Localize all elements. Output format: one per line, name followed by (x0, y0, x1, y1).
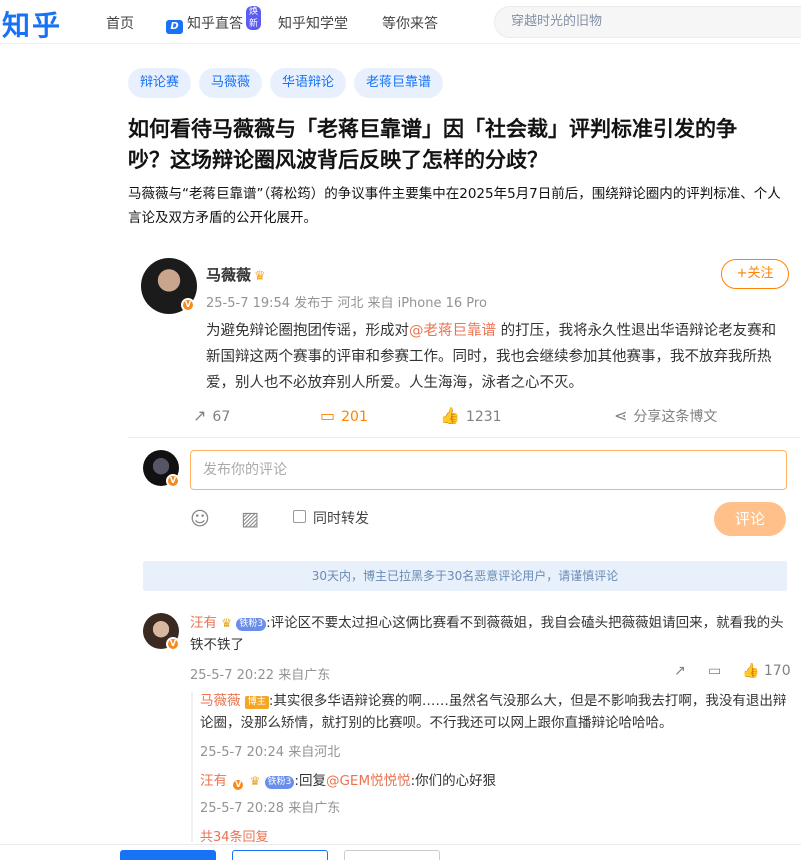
nav-zhida[interactable]: D 知乎直答 焕新 (166, 6, 262, 34)
author-name[interactable]: 马薇薇 ♛ (206, 264, 266, 285)
mention-link[interactable]: @GEM悦悦悦 (326, 773, 411, 789)
comment-meta: 25-5-7 20:22 来自广东 (190, 668, 331, 683)
comment-reply-icon[interactable]: ▭ (708, 663, 721, 679)
mention-link[interactable]: @老蒋巨靠谱 (409, 323, 496, 339)
fan-badge: 铁粉3 (264, 776, 295, 789)
reply-user-name[interactable]: 汪有 (200, 773, 227, 789)
comment-like-count: 170 (763, 663, 791, 679)
nav-home[interactable]: 首页 (106, 13, 134, 33)
topic-tag[interactable]: 华语辩论 (270, 68, 347, 98)
new-badge: 焕新 (246, 6, 262, 30)
nav-waiting-answers[interactable]: 等你来答 (382, 13, 438, 33)
comment-button[interactable]: ▭ 201 (320, 406, 368, 425)
reply-body: :其实很多华语辩论赛的啊……虽然名气没那么大，但是不影响我去打啊，我没有退出辩论… (200, 693, 787, 731)
search-input[interactable]: 穿越时光的旧物 (494, 6, 801, 38)
reply-suffix: :你们的心好狠 (410, 773, 497, 789)
reply-text: 马薇薇 博主:其实很多华语辩论赛的啊……虽然名气没那么大，但是不影响我去打啊，我… (200, 690, 788, 734)
post-text: 为避免辩论圈抱团传谣，形成对@老蒋巨靠谱 的打压，我将永久性退出华语辩论老友赛和… (206, 318, 786, 396)
thumbs-up-icon: 👍 (742, 663, 764, 679)
post-meta: 25-5-7 19:54 发布于 河北 来自 iPhone 16 Pro (206, 296, 487, 311)
reply-meta: 25-5-7 20:28 来自广东 (200, 801, 341, 816)
top-navigation-bar: 知乎 首页 D 知乎直答 焕新 知乎知学堂 等你来答 穿越时光的旧物 (0, 0, 801, 44)
question-description: 马薇薇与“老蒋巨靠谱”（蒋松筠）的争议事件主要集中在2025年5月7日前后，围绕… (128, 186, 781, 226)
reply-text: 汪有 V ♛ 铁粉3:回复@GEM悦悦悦:你们的心好狠 (200, 770, 788, 792)
bottom-secondary-button[interactable] (232, 850, 328, 860)
more-replies-link[interactable]: 共34条回复 (200, 826, 269, 845)
share-label: 分享这条博文 (633, 409, 718, 425)
repost-count: 67 (212, 409, 231, 425)
like-button[interactable]: 👍 1231 (440, 406, 502, 425)
fan-badge: 铁粉3 (236, 618, 267, 631)
topic-tag[interactable]: 马薇薇 (199, 68, 263, 98)
nav-zhixuetang[interactable]: 知乎知学堂 (278, 13, 348, 33)
follow-button[interactable]: +关注 (721, 259, 789, 289)
blogger-badge: 博主 (244, 696, 269, 709)
comment-text: 汪有 ♛ 铁粉3:评论区不要太过担心这俩比赛看不到薇薇姐，我自会磕头把薇薇姐请回… (190, 612, 788, 656)
divider (128, 437, 800, 438)
comment-icon: ▭ (320, 406, 336, 425)
share-icon: ⋖ (614, 406, 628, 425)
like-count: 1231 (465, 409, 502, 425)
thumbs-up-icon: 👍 (440, 406, 460, 425)
submit-comment-button[interactable]: 评论 (714, 502, 786, 536)
topic-tag[interactable]: 辩论赛 (128, 68, 192, 98)
crown-icon: ♛ (249, 774, 261, 788)
comment-input[interactable]: 发布你的评论 (190, 450, 787, 490)
comment-like-button[interactable]: 👍 170 (742, 663, 791, 679)
comment-body: :评论区不要太过担心这俩比赛看不到薇薇姐，我自会磕头把薇薇姐请回来，就看我的头铁… (190, 615, 784, 653)
reply-prefix: :回复 (294, 773, 326, 789)
nav-zhida-label: 知乎直答 (187, 16, 243, 32)
topic-tag[interactable]: 老蒋巨靠谱 (354, 68, 444, 98)
verified-icon: V (181, 298, 195, 312)
reply-user-name[interactable]: 马薇薇 (200, 693, 241, 709)
author-name-text: 马薇薇 (206, 266, 252, 284)
blocked-users-notice: 30天内，博主已拉黑多于30名恶意评论用户，请谨慎评论 (143, 561, 787, 591)
commenter-name[interactable]: 汪有 (190, 615, 217, 631)
bottom-primary-button[interactable] (120, 850, 216, 860)
share-button[interactable]: ⋖ 分享这条博文 (614, 406, 717, 426)
reply-thread-line (191, 692, 193, 842)
comment-count: 201 (341, 409, 368, 425)
comment-repost-icon[interactable]: ↗ (674, 663, 686, 679)
question-title: 如何看待马薇薇与「老蒋巨靠谱」因「社会裁」评判标准引发的争吵？这场辩论圈风波背后… (128, 117, 737, 172)
reply-meta: 25-5-7 20:24 来自河北 (200, 745, 341, 760)
forward-label: 同时转发 (313, 511, 369, 527)
repost-button[interactable]: ↗ 67 (193, 406, 230, 425)
crown-icon: ♛ (254, 269, 266, 284)
bottom-tertiary-button[interactable] (344, 850, 440, 860)
image-icon[interactable]: ▨ (241, 508, 259, 530)
verified-icon: V (166, 474, 180, 488)
verified-icon: V (166, 637, 180, 651)
verified-icon: V (231, 778, 246, 792)
topic-tags: 辩论赛 马薇薇 华语辩论 老蒋巨靠谱 (128, 68, 444, 98)
post-text-before: 为避免辩论圈抱团传谣，形成对 (206, 323, 409, 339)
repost-icon: ↗ (193, 406, 207, 425)
zhida-logo-icon: D (166, 20, 183, 34)
forward-checkbox[interactable] (293, 510, 306, 523)
zhihu-logo[interactable]: 知乎 (2, 4, 62, 44)
emoji-icon[interactable]: ☺ (190, 508, 210, 530)
crown-icon: ♛ (221, 616, 233, 630)
